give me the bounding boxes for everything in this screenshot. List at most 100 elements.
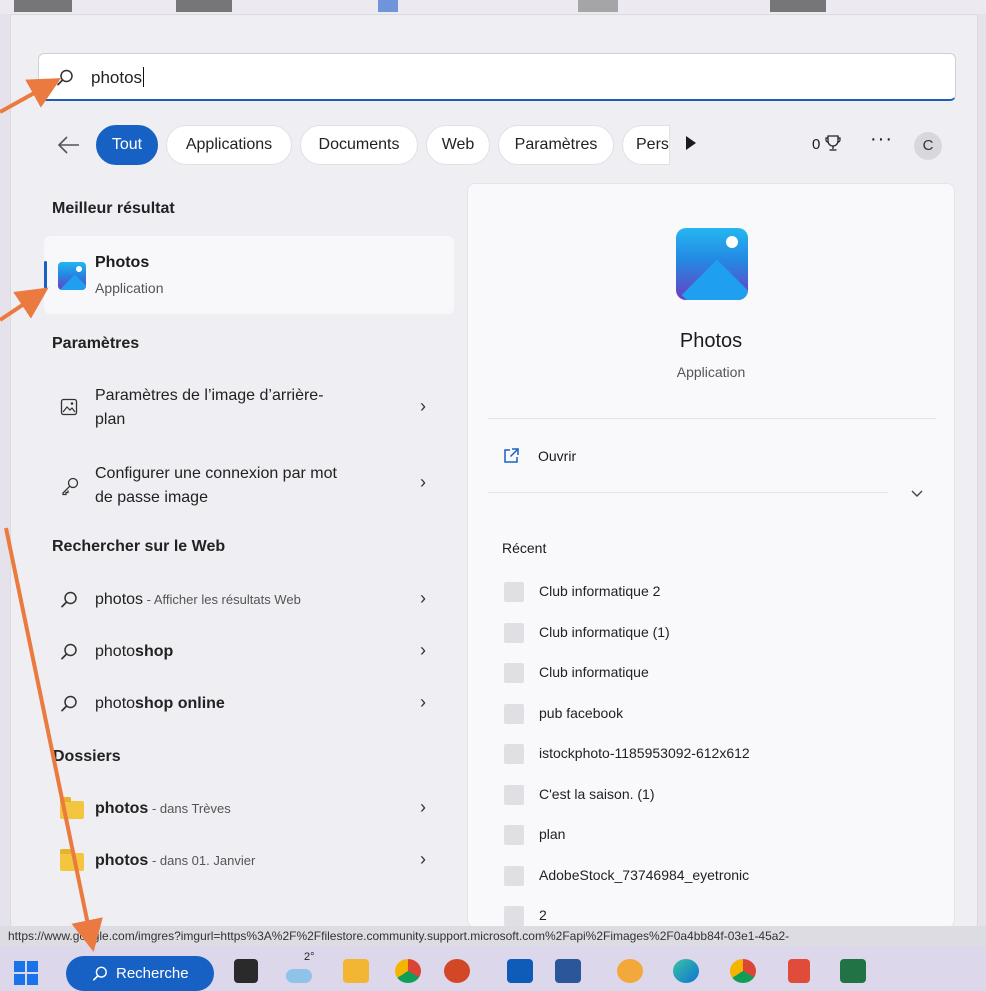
tab-applications[interactable]: Applications bbox=[166, 125, 292, 165]
chevron-right-icon: › bbox=[420, 849, 426, 869]
web-result-suffix: shop online bbox=[135, 695, 225, 712]
search-input[interactable]: photos bbox=[91, 67, 145, 88]
folder-result-janvier[interactable]: photos - dans 01. Janvier › bbox=[52, 849, 452, 873]
recent-item-name: plan bbox=[539, 826, 566, 842]
folder-location: - dans Trèves bbox=[148, 801, 231, 816]
recent-item-name: pub facebook bbox=[539, 705, 624, 721]
best-result-header: Meilleur résultat bbox=[52, 200, 175, 217]
best-result-photos[interactable]: Photos Application bbox=[44, 236, 454, 314]
tab-documents[interactable]: Documents bbox=[300, 125, 418, 165]
web-result-prefix: photo bbox=[95, 695, 136, 712]
setting-password-line1: Configurer une connexion par mot bbox=[95, 465, 337, 482]
chrome-icon[interactable] bbox=[730, 959, 756, 983]
open-action[interactable]: Ouvrir bbox=[502, 446, 702, 470]
recent-item-name: 2 bbox=[539, 907, 547, 923]
chevron-down-icon[interactable] bbox=[910, 489, 924, 499]
back-arrow-icon[interactable] bbox=[56, 132, 82, 158]
tabs-scroll-right-icon[interactable] bbox=[686, 136, 696, 150]
chevron-right-icon: › bbox=[420, 692, 426, 712]
setting-background-line1: Paramètres de l’image d’arrière- bbox=[95, 387, 324, 404]
chevron-right-icon: › bbox=[420, 640, 426, 660]
powerpoint-icon[interactable] bbox=[444, 959, 470, 983]
search-icon bbox=[61, 695, 77, 712]
chevron-right-icon: › bbox=[420, 396, 426, 416]
search-box[interactable]: photos bbox=[38, 53, 956, 101]
key-icon bbox=[62, 477, 79, 496]
recent-item-name: Club informatique bbox=[539, 664, 649, 680]
trophy-icon bbox=[824, 135, 841, 151]
weather-temp: 2° bbox=[304, 951, 315, 963]
task-view-icon[interactable] bbox=[234, 959, 258, 983]
folder-name: photos bbox=[95, 852, 149, 869]
edge-icon[interactable] bbox=[673, 959, 699, 983]
background-window-strip bbox=[0, 0, 986, 14]
best-result-title: Photos bbox=[95, 254, 150, 271]
file-icon bbox=[504, 866, 524, 886]
setting-picture-password[interactable]: Configurer une connexion par mot de passe… bbox=[52, 460, 452, 510]
folder-location: - dans 01. Janvier bbox=[148, 853, 256, 868]
taskbar: Recherche 2° bbox=[0, 946, 986, 991]
web-result-suffix: shop bbox=[135, 643, 174, 660]
vpn-icon[interactable] bbox=[617, 959, 643, 983]
photos-app-icon bbox=[58, 262, 86, 290]
chevron-right-icon: › bbox=[420, 472, 426, 492]
recent-item-name: AdobeStock_73746984_eyetronic bbox=[539, 867, 750, 883]
folders-header: Dossiers bbox=[53, 748, 121, 765]
rewards-points[interactable]: 0 bbox=[812, 134, 841, 153]
taskbar-search-label: Recherche bbox=[116, 965, 189, 982]
recent-item-name: C'est la saison. (1) bbox=[539, 786, 655, 802]
best-result-subtitle: Application bbox=[95, 280, 164, 296]
chevron-right-icon: › bbox=[420, 588, 426, 608]
open-label: Ouvrir bbox=[538, 448, 577, 464]
file-icon bbox=[504, 825, 524, 845]
chevron-right-icon: › bbox=[420, 797, 426, 817]
tab-tout[interactable]: Tout bbox=[96, 125, 158, 165]
weather-widget-icon[interactable]: 2° bbox=[286, 951, 320, 983]
folder-icon bbox=[60, 849, 84, 871]
preview-title: Photos bbox=[679, 330, 743, 352]
search-icon bbox=[61, 591, 77, 608]
file-icon bbox=[504, 906, 524, 926]
taskbar-search-button[interactable]: Recherche bbox=[66, 956, 214, 991]
file-icon bbox=[504, 744, 524, 764]
selection-indicator bbox=[44, 261, 47, 289]
setting-background-image[interactable]: Paramètres de l’image d’arrière-plan › bbox=[52, 382, 452, 432]
search-icon bbox=[61, 643, 77, 660]
tab-parametres[interactable]: Paramètres bbox=[498, 125, 614, 165]
search-icon bbox=[57, 69, 73, 86]
link-status-bar: https://www.google.com/imgres?imgurl=htt… bbox=[0, 926, 986, 946]
web-result-prefix: photo bbox=[95, 643, 136, 660]
folder-name: photos bbox=[95, 800, 149, 817]
start-button[interactable] bbox=[14, 961, 38, 985]
setting-background-line2: plan bbox=[95, 411, 126, 428]
snipping-tool-icon[interactable] bbox=[788, 959, 810, 983]
search-input-value: photos bbox=[91, 68, 143, 87]
web-result-photos[interactable]: photos - Afficher les résultats Web › bbox=[52, 588, 452, 612]
settings-header: Paramètres bbox=[52, 335, 140, 352]
folder-result-treves[interactable]: photos - dans Trèves › bbox=[52, 797, 452, 821]
excel-icon[interactable] bbox=[840, 959, 866, 983]
web-result-photoshop-online[interactable]: photoshop online › bbox=[52, 692, 452, 716]
word-icon[interactable] bbox=[555, 959, 581, 983]
tab-web[interactable]: Web bbox=[426, 125, 490, 165]
chrome-icon[interactable] bbox=[395, 959, 421, 983]
preview-pane: Photos Application Ouvrir Récent Club in… bbox=[467, 183, 955, 928]
file-icon bbox=[504, 785, 524, 805]
recent-item-name: Club informatique 2 bbox=[539, 583, 661, 599]
file-explorer-icon[interactable] bbox=[343, 959, 369, 983]
tab-personnes[interactable]: Pers bbox=[622, 125, 670, 165]
file-icon bbox=[504, 623, 524, 643]
web-result-photoshop[interactable]: photoshop › bbox=[52, 640, 452, 664]
folder-icon bbox=[60, 797, 84, 819]
divider bbox=[488, 492, 888, 493]
recent-item-name: istockphoto-1185953092-612x612 bbox=[539, 745, 750, 761]
account-avatar[interactable]: C bbox=[914, 132, 942, 160]
mail-icon[interactable] bbox=[507, 959, 533, 983]
search-icon bbox=[92, 966, 107, 981]
image-icon bbox=[60, 398, 78, 416]
more-options-icon[interactable]: ··· bbox=[870, 128, 893, 151]
web-result-hint: - Afficher les résultats Web bbox=[143, 592, 301, 607]
file-icon bbox=[504, 704, 524, 724]
recent-item-name: Club informatique (1) bbox=[539, 624, 670, 640]
web-result-query: photos bbox=[95, 591, 144, 608]
